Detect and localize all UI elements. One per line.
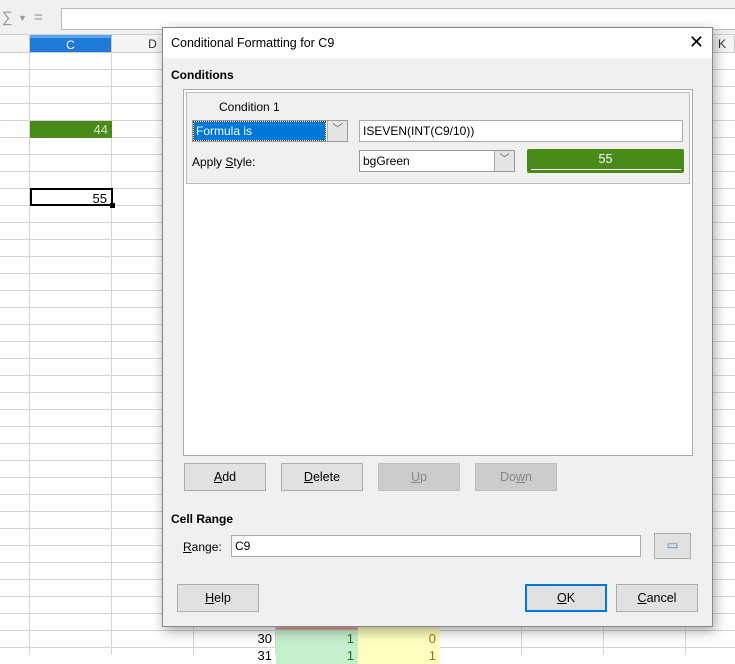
condition-type-value: Formula is	[193, 121, 326, 141]
cell-range-heading: Cell Range	[171, 512, 234, 526]
preview-text: 55	[530, 149, 681, 170]
range-label: Range:	[183, 540, 222, 554]
cell-g31[interactable]: 1	[358, 647, 440, 664]
dialog-title: Conditional Formatting for C9	[163, 28, 712, 58]
cell-f30[interactable]: 1	[276, 630, 358, 647]
conditions-heading: Conditions	[171, 68, 234, 82]
condition-label: Condition 1	[219, 100, 280, 114]
cell-c8-selected[interactable]: 55	[30, 188, 113, 206]
sum-icon[interactable]: ∑	[2, 9, 13, 26]
conditions-list[interactable]: Condition 1 Formula is ﹀ ISEVEN(INT(C9/1…	[183, 89, 693, 456]
formula-field[interactable]: ISEVEN(INT(C9/10))	[359, 120, 683, 142]
column-header-c[interactable]: C	[30, 35, 112, 53]
ok-button[interactable]: OK	[525, 584, 607, 612]
chevron-down-icon[interactable]: ﹀	[327, 121, 347, 141]
cell-c4[interactable]: 44	[30, 121, 112, 138]
down-button[interactable]: Down	[475, 463, 557, 491]
style-select[interactable]: bgGreen ﹀	[359, 150, 515, 172]
style-preview: 55	[527, 149, 684, 173]
column-header-b[interactable]	[0, 35, 30, 53]
equals-icon[interactable]: =	[34, 9, 43, 26]
close-icon[interactable]: ✕	[689, 32, 704, 52]
cell-g30[interactable]: 0	[358, 630, 440, 647]
chevron-down-icon[interactable]: ﹀	[494, 151, 514, 171]
fill-handle[interactable]	[110, 203, 115, 208]
cell-e30[interactable]: 30	[194, 630, 276, 647]
cell-e31[interactable]: 31	[194, 647, 276, 664]
help-button[interactable]: Help	[177, 584, 259, 612]
range-field[interactable]: C9	[231, 535, 641, 557]
apply-style-label: Apply Style:	[192, 155, 256, 169]
style-value: bgGreen	[363, 154, 410, 168]
conditional-formatting-dialog: Conditional Formatting for C9 ✕ Conditio…	[162, 27, 713, 627]
condition-type-select[interactable]: Formula is ﹀	[192, 120, 348, 142]
delete-button[interactable]: Delete	[281, 463, 363, 491]
cell-f31[interactable]: 1	[276, 647, 358, 664]
add-button[interactable]: Add	[184, 463, 266, 491]
chevron-down-icon[interactable]: ▼	[18, 13, 27, 23]
cancel-button[interactable]: Cancel	[616, 584, 698, 612]
condition-1-entry[interactable]: Condition 1 Formula is ﹀ ISEVEN(INT(C9/1…	[186, 92, 690, 184]
shrink-range-icon[interactable]: ▭	[654, 533, 691, 559]
up-button[interactable]: Up	[378, 463, 460, 491]
